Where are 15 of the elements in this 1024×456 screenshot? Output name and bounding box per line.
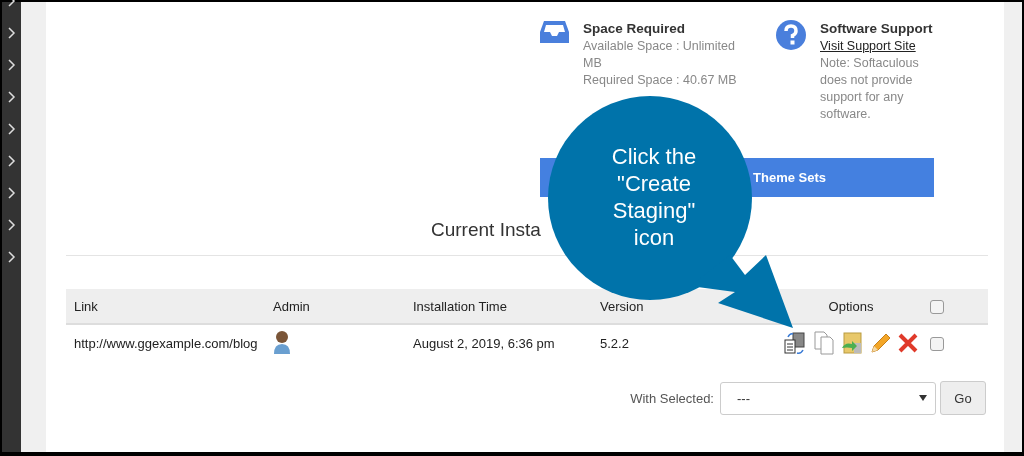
column-header: Version [600, 298, 644, 314]
table-cell: August 2, 2019, 6:36 pm [413, 335, 555, 351]
column-header: Link [74, 298, 98, 314]
info-text: Note: Softaculous does not provide support for any software. [820, 55, 920, 123]
table-cell: 5.2.2 [600, 335, 629, 351]
column-header: Admin [273, 298, 310, 314]
with-selected-label: With Selected: [630, 390, 714, 406]
info-text: Available Space : Unlimited MB [583, 38, 736, 72]
info-title: Software Support [820, 20, 933, 38]
info-title: Space Required [583, 20, 687, 38]
column-header: Installation Time [413, 298, 507, 314]
callout-tooltip-text: Click the "Create Staging" icon [610, 143, 698, 251]
section-heading: Current Insta [431, 219, 541, 241]
column-header: Options [828, 298, 874, 314]
info-text: Required Space : 40.67 MB [583, 72, 738, 89]
